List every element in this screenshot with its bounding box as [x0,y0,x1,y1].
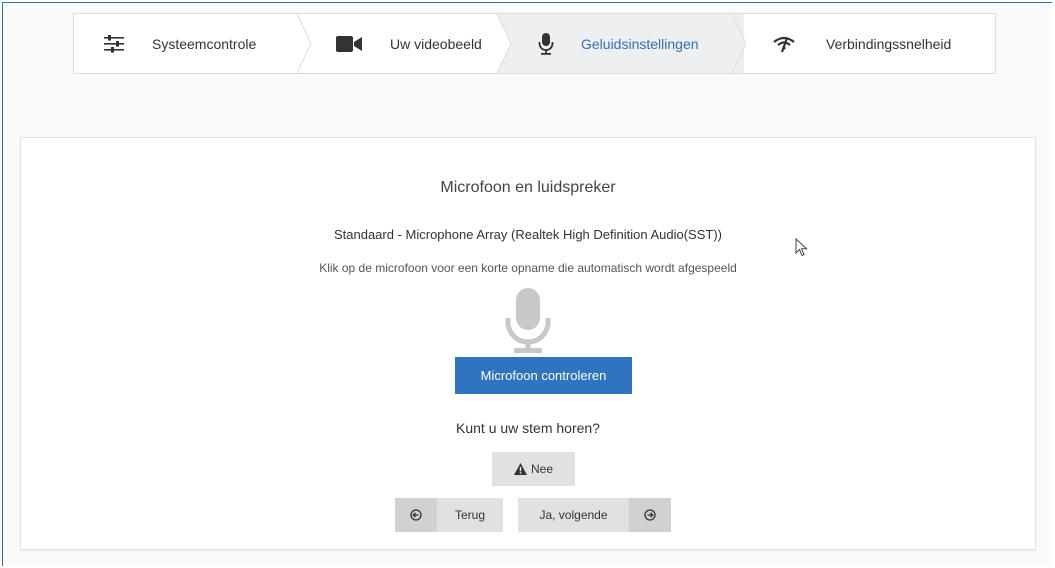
mouse-cursor-icon [795,238,808,257]
step-label: Geluidsinstellingen [581,35,699,52]
step-separator [497,14,521,73]
wizard-stepper: Systeemcontrole Uw videobeeld Geluidsins… [73,13,996,74]
check-microphone-button[interactable]: Microfoon controleren [455,357,632,394]
no-button-label: Nee [530,462,553,476]
microphone-icon [505,288,551,353]
microphone-icon [535,32,557,55]
warning-icon [513,463,527,475]
sliders-icon [100,34,128,53]
step-label: Uw videobeeld [390,35,482,52]
instruction-text: Klik op de microfoon voor een korte opna… [319,261,737,275]
hear-voice-question: Kunt u uw stem horen? [456,420,600,436]
arrow-left-circle-icon [395,498,437,532]
back-button-label: Terug [454,508,486,522]
step-verbindingssnelheid[interactable]: Verbindingssnelheid [744,14,995,73]
step-label: Verbindingssnelheid [826,35,952,52]
step-geluidsinstellingen[interactable]: Geluidsinstellingen [509,14,747,73]
step-separator [297,14,312,73]
back-button[interactable]: Terug [395,498,503,532]
signal-icon [772,35,796,53]
step-label: Systeemcontrole [152,35,257,52]
device-name: Standaard - Microphone Array (Realtek Hi… [333,227,722,242]
section-title: Microfoon en luidspreker [440,179,616,196]
step-separator [732,14,747,73]
no-button[interactable]: Nee [492,452,575,486]
video-camera-icon [334,35,364,53]
next-button-label: Ja, volgende [539,508,608,522]
sound-settings-card: Microfoon en luidspreker Standaard - Mic… [20,137,1036,550]
record-microphone[interactable] [21,288,1035,356]
step-uw-videobeeld[interactable]: Uw videobeeld [309,14,521,73]
next-button[interactable]: Ja, volgende [518,498,671,532]
arrow-right-circle-icon [629,498,671,532]
step-systeemcontrole[interactable]: Systeemcontrole [74,14,312,73]
